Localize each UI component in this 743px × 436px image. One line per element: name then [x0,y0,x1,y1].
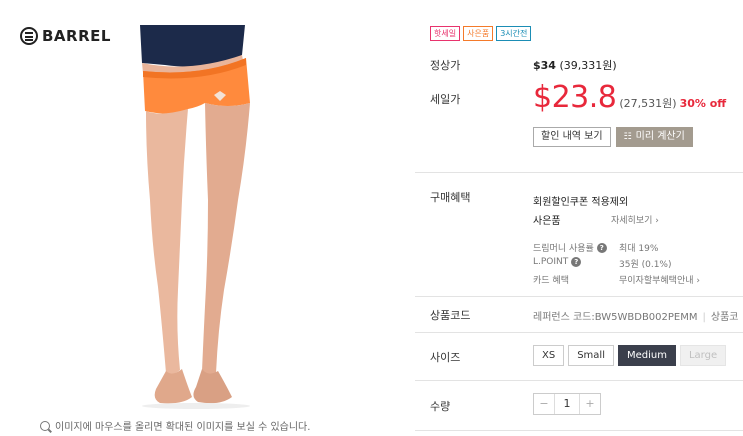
benefits-label: 구매혜택 [430,191,471,204]
calculator-icon: ☷ [623,132,632,142]
reference-code: 레퍼런스 코드:BW5WBDB002PEMM [533,312,698,323]
lpoint-value: 35원 (0.1%) [619,260,672,270]
zoom-hint: 이미지에 마우스를 올리면 확대된 이미지를 보실 수 있습니다. [40,418,310,433]
size-option-medium[interactable]: Medium [617,345,676,366]
discount-history-button[interactable]: 할인 내역 보기 [533,127,611,147]
product-code-extra: 상품코 [710,312,739,323]
badge-gift: 사은품 [463,26,494,41]
separator: | [702,312,706,323]
lpoint-label-text: L.POINT [533,257,569,267]
badge-hot-sale: 핫세일 [430,26,461,41]
size-label: 사이즈 [430,351,461,364]
product-code-label: 상품코드 [430,309,471,322]
discount-rate: 30% off [679,97,727,110]
brand-logo-icon [20,27,38,45]
divider [415,380,743,381]
product-info-panel: 핫세일 사은품 3시간전 정상가 $34 (39,331원) 세일가 $23.8… [415,0,743,436]
divider [415,430,743,431]
price-buttons: 할인 내역 보기 ☷ 미리 계산기 [533,127,693,147]
gift-details-link[interactable]: 자세히보기 › [611,213,659,226]
help-icon[interactable]: ? [596,242,607,253]
dream-money-value: 최대 19% [619,244,659,254]
zoom-icon [40,420,50,431]
sale-price-krw: (27,531원) [619,97,677,110]
brand-name: BARREL [42,27,111,45]
size-option-xs[interactable]: XS [533,345,565,366]
sale-price-usd: $23.8 [533,80,617,115]
gift-text: 사은품 [533,216,561,227]
badge-list: 핫세일 사은품 3시간전 [430,26,532,41]
pre-calculator-label: 미리 계산기 [635,131,685,142]
regular-price: $34 (39,331원) [533,57,617,73]
product-code-value: 레퍼런스 코드:BW5WBDB002PEMM | 상품코 [533,308,739,323]
sale-price: $23.8 (27,531원) 30% off [533,80,726,115]
regular-price-krw: (39,331원) [559,59,617,72]
size-option-large: Large [679,345,727,366]
badge-time: 3시간전 [496,26,532,41]
quantity-increase-button[interactable]: + [580,394,600,414]
dream-money-label-text: 드림머니 사용률 [533,244,594,254]
regular-price-usd: $34 [533,59,556,72]
quantity-decrease-button[interactable]: − [534,394,554,414]
regular-price-label: 정상가 [430,59,461,72]
sale-price-label: 세일가 [430,93,461,106]
lpoint-label: L.POINT ? [533,257,582,267]
card-benefit-label: 카드 혜택 [533,276,569,286]
card-benefit-link[interactable]: 무이자할부혜택안내 › [619,273,700,286]
dream-money-label: 드림머니 사용률 ? [533,241,607,254]
quantity-input[interactable]: 1 [554,394,580,414]
divider [415,296,743,297]
size-options: XS Small Medium Large [533,345,727,366]
divider [415,332,743,333]
pre-calculator-button[interactable]: ☷ 미리 계산기 [615,127,693,147]
quantity-label: 수량 [430,400,451,413]
member-coupon-text: 회원할인쿠폰 적용제외 [533,197,629,208]
divider [415,172,743,173]
product-image[interactable] [110,25,270,410]
brand-logo[interactable]: BARREL [20,27,111,45]
quantity-stepper: − 1 + [533,393,601,415]
help-icon[interactable]: ? [571,257,582,267]
zoom-hint-text: 이미지에 마우스를 올리면 확대된 이미지를 보실 수 있습니다. [55,422,311,433]
size-option-small[interactable]: Small [568,345,614,366]
